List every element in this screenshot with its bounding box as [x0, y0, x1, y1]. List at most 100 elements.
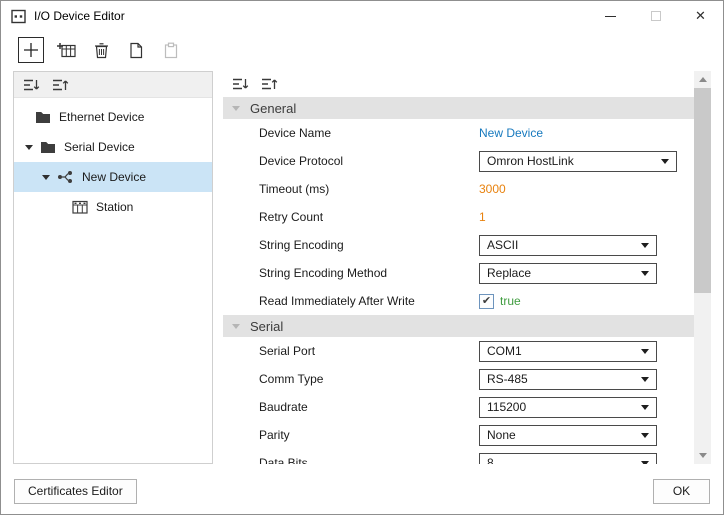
io-device-editor-window: I/O Device Editor	[0, 0, 724, 515]
parity-dropdown[interactable]: None	[479, 425, 657, 446]
expander-icon[interactable]	[42, 175, 50, 180]
prop-label: String Encoding Method	[259, 266, 479, 280]
paste-button[interactable]	[158, 37, 184, 63]
dropdown-value: RS-485	[487, 372, 528, 386]
prop-row-serial-port: Serial Port COM1	[223, 337, 694, 365]
prop-label: Device Protocol	[259, 154, 479, 168]
data-bits-dropdown[interactable]: 8	[479, 453, 657, 465]
chevron-down-icon	[641, 461, 649, 465]
string-encoding-dropdown[interactable]: ASCII	[479, 235, 657, 256]
scrollbar-thumb[interactable]	[694, 88, 711, 293]
device-protocol-dropdown[interactable]: Omron HostLink	[479, 151, 677, 172]
chevron-down-icon	[641, 405, 649, 410]
prop-label: Read Immediately After Write	[259, 294, 479, 308]
tree-item-station[interactable]: Station	[14, 192, 212, 222]
expand-all-icon[interactable]	[52, 78, 69, 92]
device-name-value[interactable]: New Device	[479, 126, 543, 140]
dropdown-value: Replace	[487, 266, 531, 280]
prop-row-baudrate: Baudrate 115200	[223, 393, 694, 421]
folder-icon	[35, 111, 51, 124]
prop-row-retry-count: Retry Count 1	[223, 203, 694, 231]
window-controls	[588, 1, 723, 31]
timeout-value[interactable]: 3000	[479, 182, 506, 196]
prop-row-device-protocol: Device Protocol Omron HostLink	[223, 147, 694, 175]
delete-button[interactable]	[88, 37, 114, 63]
tree-item-label: New Device	[82, 170, 146, 184]
prop-label: Device Name	[259, 126, 479, 140]
prop-row-parity: Parity None	[223, 421, 694, 449]
baudrate-dropdown[interactable]: 115200	[479, 397, 657, 418]
titlebar: I/O Device Editor	[1, 1, 723, 31]
paste-icon	[164, 42, 178, 59]
close-icon	[695, 8, 706, 24]
expander-icon[interactable]	[25, 145, 33, 150]
section-title: General	[250, 101, 296, 116]
content-area: Ethernet Device Serial Device	[1, 69, 723, 468]
minimize-button[interactable]	[588, 1, 633, 31]
chevron-down-icon	[641, 349, 649, 354]
prop-row-read-immediately: Read Immediately After Write true	[223, 287, 694, 315]
section-header-serial[interactable]: Serial	[223, 315, 694, 337]
chevron-down-icon	[661, 159, 669, 164]
prop-label: Comm Type	[259, 372, 479, 386]
ok-button[interactable]: OK	[653, 479, 710, 504]
collapse-groups-icon[interactable]	[232, 77, 249, 91]
dropdown-value: 8	[487, 456, 494, 464]
main-toolbar	[1, 31, 723, 69]
vertical-scrollbar[interactable]	[694, 71, 711, 464]
prop-row-device-name: Device Name New Device	[223, 119, 694, 147]
prop-label: Data Bits	[259, 456, 479, 464]
app-icon	[11, 9, 26, 24]
serial-port-dropdown[interactable]: COM1	[479, 341, 657, 362]
tree-item-label: Ethernet Device	[59, 110, 144, 124]
tree-item-ethernet-device[interactable]: Ethernet Device	[14, 102, 212, 132]
tree-item-label: Station	[96, 200, 133, 214]
prop-label: String Encoding	[259, 238, 479, 252]
collapse-all-icon[interactable]	[23, 78, 40, 92]
prop-row-timeout: Timeout (ms) 3000	[223, 175, 694, 203]
prop-label: Retry Count	[259, 210, 479, 224]
prop-label: Parity	[259, 428, 479, 442]
maximize-button[interactable]	[633, 1, 678, 31]
dropdown-value: COM1	[487, 344, 522, 358]
chevron-down-icon	[641, 433, 649, 438]
section-collapse-icon	[232, 324, 240, 329]
copy-button[interactable]	[123, 37, 149, 63]
tree-panel-toolbar	[14, 72, 212, 98]
prop-row-string-encoding-method: String Encoding Method Replace	[223, 259, 694, 287]
window-title: I/O Device Editor	[34, 9, 125, 23]
add-device-button[interactable]	[18, 37, 44, 63]
checkbox-value-label: true	[500, 294, 521, 308]
device-tree-panel: Ethernet Device Serial Device	[13, 71, 213, 464]
certificates-editor-button[interactable]: Certificates Editor	[14, 479, 137, 504]
maximize-icon	[651, 11, 661, 21]
device-node-icon	[57, 170, 74, 184]
expand-groups-icon[interactable]	[261, 77, 278, 91]
scroll-up-button[interactable]	[694, 71, 711, 88]
arrow-down-icon	[699, 453, 707, 458]
chevron-down-icon	[641, 243, 649, 248]
tree-item-label: Serial Device	[64, 140, 135, 154]
plus-icon	[23, 42, 39, 58]
prop-row-string-encoding: String Encoding ASCII	[223, 231, 694, 259]
retry-count-value[interactable]: 1	[479, 210, 486, 224]
add-station-button[interactable]	[53, 37, 79, 63]
prop-label: Timeout (ms)	[259, 182, 479, 196]
copy-icon	[129, 42, 143, 59]
dropdown-value: None	[487, 428, 516, 442]
property-panel-toolbar	[223, 71, 711, 97]
section-header-general[interactable]: General	[223, 97, 694, 119]
close-button[interactable]	[678, 1, 723, 31]
chevron-down-icon	[641, 377, 649, 382]
comm-type-dropdown[interactable]: RS-485	[479, 369, 657, 390]
read-immediately-checkbox[interactable]	[479, 294, 494, 309]
arrow-up-icon	[699, 77, 707, 82]
scroll-down-button[interactable]	[694, 447, 711, 464]
footer: Certificates Editor OK	[1, 468, 723, 514]
tree-item-serial-device[interactable]: Serial Device	[14, 132, 212, 162]
section-collapse-icon	[232, 106, 240, 111]
prop-row-data-bits: Data Bits 8	[223, 449, 694, 464]
dropdown-value: 115200	[487, 400, 526, 414]
string-encoding-method-dropdown[interactable]: Replace	[479, 263, 657, 284]
tree-item-new-device[interactable]: New Device	[14, 162, 212, 192]
